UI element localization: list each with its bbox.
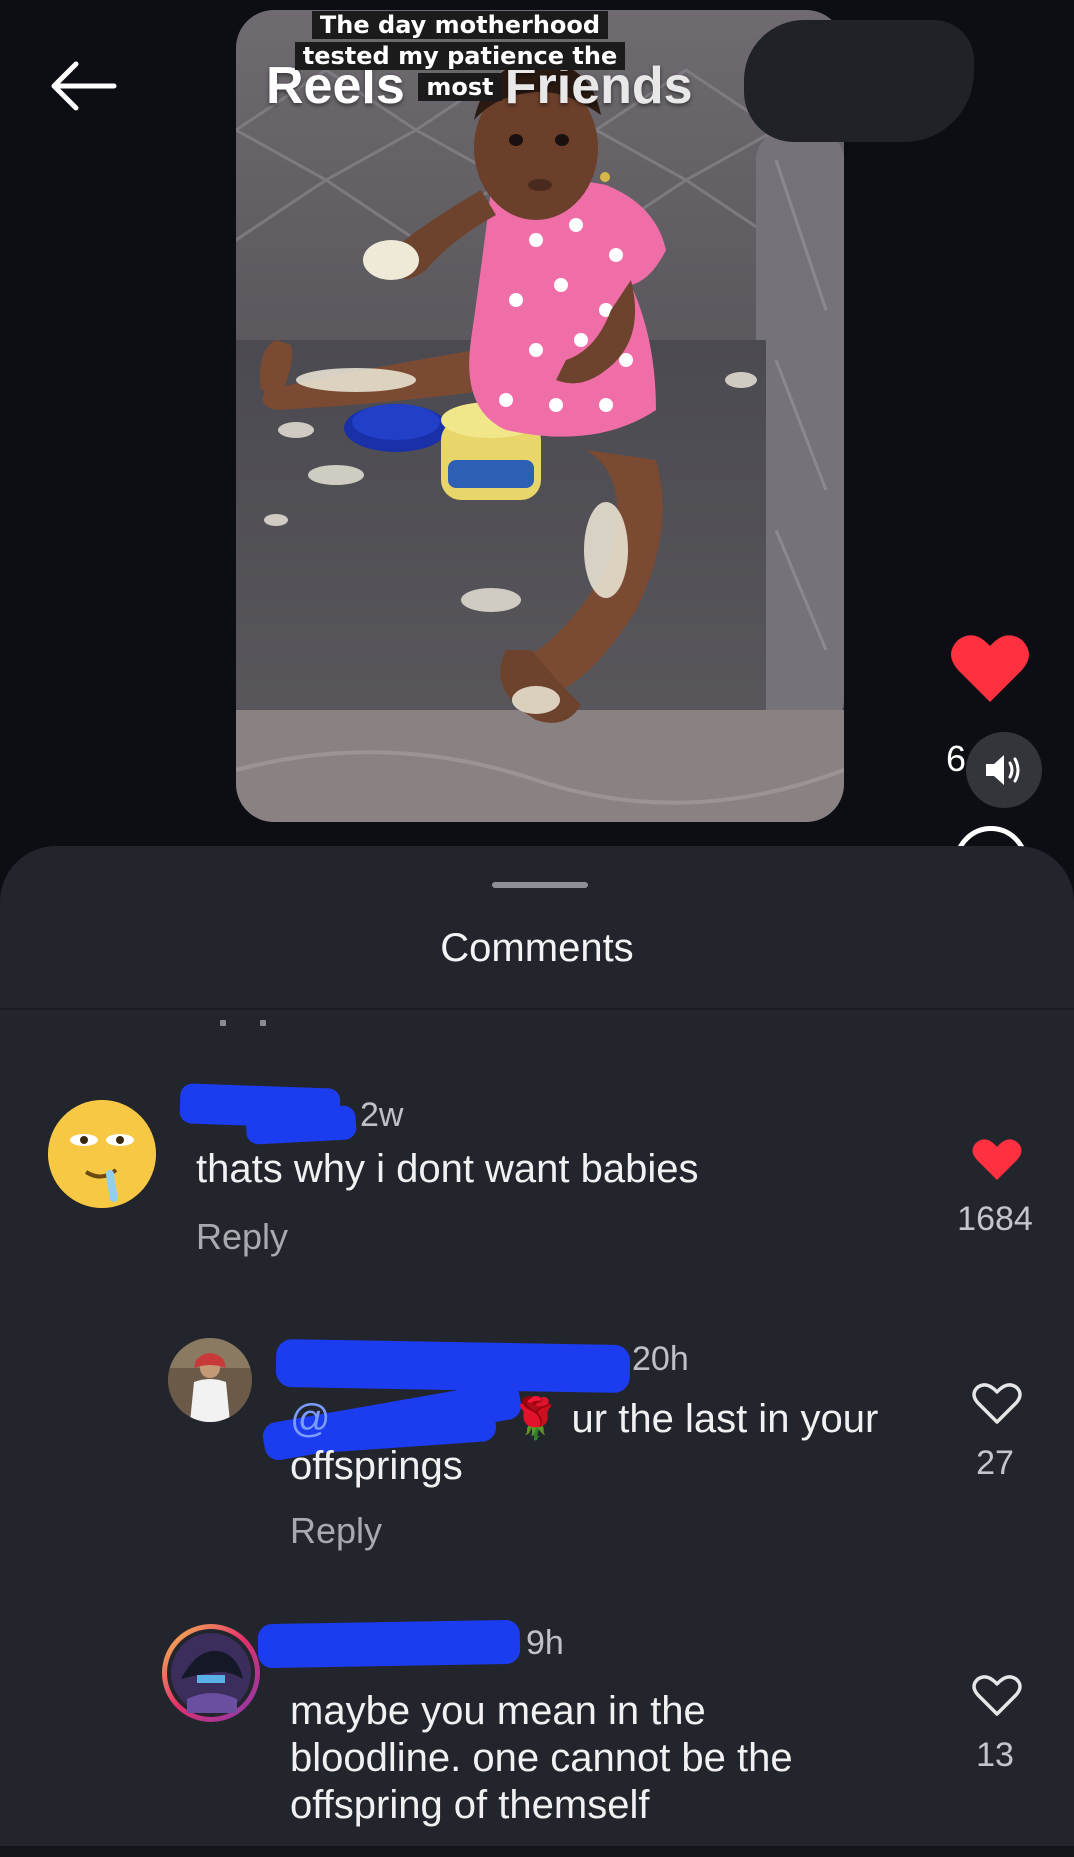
back-button[interactable] xyxy=(46,58,126,118)
sheet-drag-handle[interactable] xyxy=(492,882,588,888)
avatar[interactable] xyxy=(168,1338,252,1422)
heart-icon xyxy=(972,1139,1022,1180)
comments-sheet: Comments 2w thats why i dont want babies… xyxy=(0,846,1074,1857)
sound-toggle-button[interactable] xyxy=(966,732,1042,808)
comment-like-button[interactable] xyxy=(972,1382,1022,1426)
caption-line: most xyxy=(418,73,502,101)
comment-like-button[interactable] xyxy=(972,1138,1022,1182)
video-frame xyxy=(236,10,844,822)
reply-button[interactable]: Reply xyxy=(290,1510,382,1552)
username-redaction xyxy=(257,1619,521,1669)
caption-line: The day motherhood xyxy=(311,11,609,39)
user-photo-icon xyxy=(168,1338,252,1422)
comments-title: Comments xyxy=(440,926,634,970)
heart-outline-icon xyxy=(972,1383,1022,1424)
bottom-edge xyxy=(0,1846,1074,1857)
reel-video[interactable] xyxy=(236,10,844,822)
speaker-icon xyxy=(986,755,1020,785)
comment-text: thats why i dont want babies xyxy=(196,1147,699,1191)
comment-text-line: bloodline. one cannot be the xyxy=(290,1736,793,1780)
comment-text-line2: offsprings xyxy=(290,1444,463,1488)
comment-text: @ 🌹 ur the last in your offsprings xyxy=(290,1396,930,1490)
divider xyxy=(0,1008,1074,1010)
comment-text-line: maybe you mean in the xyxy=(290,1689,706,1733)
arrow-left-icon xyxy=(51,61,117,111)
reel-caption-overlay: The day motherhood tested my patience th… xyxy=(292,10,628,103)
like-button[interactable] xyxy=(950,632,1030,704)
mention-prefix[interactable]: @ xyxy=(290,1397,331,1441)
comment-like-count: 27 xyxy=(976,1444,1014,1482)
rose-emoji-icon: 🌹 xyxy=(510,1397,561,1441)
drooling-face-emoji-icon xyxy=(48,1100,156,1208)
comment-text-line: offspring of themself xyxy=(290,1783,650,1827)
comment-time: 20h xyxy=(632,1340,689,1378)
comment-text-line1: ur the last in your xyxy=(571,1397,879,1441)
username-redaction xyxy=(245,1105,357,1145)
comment-text: maybe you mean in the bloodline. one can… xyxy=(290,1688,930,1829)
anime-avatar-icon xyxy=(171,1633,251,1713)
redaction-blur xyxy=(744,20,974,142)
avatar[interactable] xyxy=(48,1100,156,1208)
comment-like-count: 1684 xyxy=(957,1200,1033,1238)
comment-like-button[interactable] xyxy=(972,1674,1022,1718)
avatar-image xyxy=(167,1629,255,1717)
avatar-with-story-ring[interactable] xyxy=(162,1624,260,1722)
comment-like-count: 13 xyxy=(976,1736,1014,1774)
caption-line: tested my patience the xyxy=(294,42,626,70)
heart-icon xyxy=(951,635,1029,702)
username-redaction xyxy=(275,1338,631,1394)
heart-outline-icon xyxy=(972,1675,1022,1716)
reel-viewer: Reels Friends The day motherhood tested … xyxy=(0,0,1074,900)
reel-like-count: 6 xyxy=(946,738,967,779)
clipped-text xyxy=(214,1012,284,1026)
comment-time: 2w xyxy=(360,1096,404,1134)
comment-time: 9h xyxy=(526,1624,564,1662)
reply-button[interactable]: Reply xyxy=(196,1216,288,1258)
